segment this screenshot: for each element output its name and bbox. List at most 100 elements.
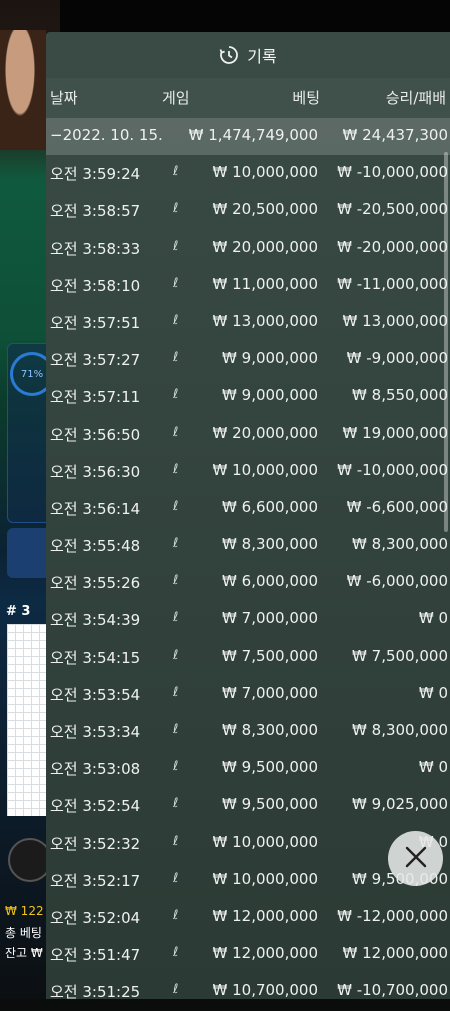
row-win-loss: ₩ -12,000,000 — [337, 906, 448, 925]
row-time: 오전 3:52:04 — [50, 908, 141, 927]
history-row[interactable]: 오전 3:52:04 ℓ ₩ 12,000,000 ₩ -12,000,000 — [46, 899, 450, 936]
row-win-loss: ₩ 8,550,000 — [352, 386, 448, 405]
row-time: 오전 3:52:32 — [50, 834, 141, 853]
row-win-loss: ₩ 8,300,000 — [352, 721, 448, 739]
row-time: 오전 3:56:14 — [50, 499, 141, 518]
column-date: 날짜 — [50, 89, 78, 107]
history-row[interactable]: 오전 3:55:26 ℓ ₩ 6,000,000 ₩ -6,000,000 — [46, 564, 450, 601]
status-bar-area — [0, 0, 450, 32]
row-game-icon: ℓ — [173, 722, 179, 737]
table-header: 날짜 게임 베팅 승리/패배 — [46, 78, 450, 118]
row-time: 오전 3:57:51 — [50, 313, 141, 332]
history-row[interactable]: 오전 3:52:54 ℓ ₩ 9,500,000 ₩ 9,025,000 — [46, 787, 450, 824]
row-game-icon: ℓ — [173, 870, 179, 886]
row-bet: ₩ 13,000,000 — [212, 311, 318, 330]
row-game-icon: ℓ — [173, 461, 179, 477]
row-bet: ₩ 7,000,000 — [222, 683, 318, 702]
row-game-icon: ℓ — [173, 536, 179, 552]
row-win-loss: ₩ -6,000,000 — [346, 572, 448, 591]
close-button[interactable] — [388, 831, 443, 886]
row-bet: ₩ 8,300,000 — [222, 721, 318, 739]
row-time: 오전 3:53:08 — [50, 760, 141, 779]
row-win-loss: ₩ 7,500,000 — [352, 646, 448, 665]
clock-history-icon — [219, 45, 239, 65]
date-summary-row[interactable]: −2022. 10. 15. ₩ 1,474,749,000 ₩ 24,437,… — [46, 118, 450, 156]
history-row[interactable]: 오전 3:59:24 ℓ ₩ 10,000,000 ₩ -10,000,000 — [46, 155, 450, 192]
row-game-icon: ℓ — [173, 647, 179, 663]
row-bet: ₩ 6,000,000 — [222, 572, 318, 591]
row-win-loss: ₩ -10,000,000 — [337, 163, 448, 182]
row-bet: ₩ 12,000,000 — [212, 906, 318, 925]
row-game-icon: ℓ — [173, 610, 179, 626]
row-bet: ₩ 9,500,000 — [222, 758, 318, 777]
row-game-icon: ℓ — [173, 424, 179, 440]
row-game-icon: ℓ — [173, 201, 179, 217]
history-row[interactable]: 오전 3:54:15 ℓ ₩ 7,500,000 ₩ 7,500,000 — [46, 639, 450, 676]
history-row[interactable]: 오전 3:58:10 ℓ ₩ 11,000,000 ₩ -11,000,000 — [46, 267, 450, 304]
row-bet: ₩ 10,000,000 — [212, 460, 318, 479]
row-game-icon: ℓ — [173, 833, 179, 849]
history-row[interactable]: 오전 3:55:48 ℓ ₩ 8,300,000 ₩ 8,300,000 — [46, 527, 450, 564]
history-row[interactable]: 오전 3:53:34 ℓ ₩ 8,300,000 ₩ 8,300,000 — [46, 713, 450, 750]
row-game-icon: ℓ — [173, 573, 179, 589]
history-title-bar: 기록 — [46, 32, 450, 78]
row-win-loss: ₩ 19,000,000 — [342, 423, 448, 442]
row-game-icon: ℓ — [173, 759, 179, 775]
row-game-icon: ℓ — [173, 796, 179, 812]
row-time: 오전 3:55:48 — [50, 537, 141, 556]
scrollbar[interactable] — [444, 152, 448, 532]
row-win-loss: ₩ -9,000,000 — [346, 349, 448, 368]
row-win-loss: ₩ -20,500,000 — [337, 200, 448, 219]
history-row[interactable]: 오전 3:58:33 ℓ ₩ 20,000,000 ₩ -20,000,000 — [46, 230, 450, 267]
history-row[interactable]: 오전 3:57:11 ℓ ₩ 9,000,000 ₩ 8,550,000 — [46, 378, 450, 415]
row-time: 오전 3:55:26 — [50, 574, 141, 593]
row-game-icon: ℓ — [173, 982, 179, 998]
row-game-icon: ℓ — [173, 907, 179, 923]
summary-bet: ₩ 1,474,749,000 — [188, 126, 318, 144]
history-row[interactable]: 오전 3:58:57 ℓ ₩ 20,500,000 ₩ -20,500,000 — [46, 192, 450, 229]
row-bet: ₩ 8,300,000 — [222, 535, 318, 554]
history-title: 기록 — [247, 47, 277, 66]
column-game: 게임 — [162, 89, 190, 107]
row-time: 오전 3:54:15 — [50, 648, 141, 667]
row-bet: ₩ 20,000,000 — [212, 237, 318, 256]
row-time: 오전 3:57:27 — [50, 351, 141, 370]
road-label: # 3 — [6, 604, 31, 619]
row-win-loss: ₩ 0 — [418, 609, 448, 628]
row-game-icon: ℓ — [173, 164, 179, 180]
row-bet: ₩ 12,000,000 — [212, 944, 318, 963]
row-game-icon: ℓ — [173, 387, 179, 403]
row-time: 오전 3:59:24 — [50, 165, 141, 184]
column-win-loss: 승리/패배 — [385, 89, 446, 107]
history-row[interactable]: 오전 3:51:25 ℓ ₩ 10,700,000 ₩ -10,700,000 — [46, 973, 450, 1010]
history-row[interactable]: 오전 3:57:27 ℓ ₩ 9,000,000 ₩ -9,000,000 — [46, 341, 450, 378]
dealer-video — [0, 30, 46, 150]
row-bet: ₩ 7,500,000 — [222, 646, 318, 665]
history-row[interactable]: 오전 3:51:47 ℓ ₩ 12,000,000 ₩ 12,000,000 — [46, 936, 450, 973]
history-row[interactable]: 오전 3:57:51 ℓ ₩ 13,000,000 ₩ 13,000,000 — [46, 304, 450, 341]
column-bet: 베팅 — [292, 89, 320, 107]
row-bet: ₩ 7,000,000 — [222, 609, 318, 628]
row-time: 오전 3:51:25 — [50, 983, 141, 1002]
history-row[interactable]: 오전 3:53:54 ℓ ₩ 7,000,000 ₩ 0 — [46, 676, 450, 713]
row-time: 오전 3:51:47 — [50, 946, 141, 965]
row-game-icon: ℓ — [173, 238, 179, 254]
summary-date: −2022. 10. 15. — [50, 126, 163, 144]
close-icon — [405, 846, 427, 872]
history-row[interactable]: 오전 3:56:50 ℓ ₩ 20,000,000 ₩ 19,000,000 — [46, 416, 450, 453]
row-win-loss: ₩ 0 — [418, 683, 448, 702]
history-row[interactable]: 오전 3:56:14 ℓ ₩ 6,600,000 ₩ -6,600,000 — [46, 490, 450, 527]
row-bet: ₩ 9,500,000 — [222, 795, 318, 814]
row-win-loss: ₩ -11,000,000 — [337, 274, 448, 293]
history-row[interactable]: 오전 3:53:08 ℓ ₩ 9,500,000 ₩ 0 — [46, 750, 450, 787]
history-row[interactable]: 오전 3:56:30 ℓ ₩ 10,000,000 ₩ -10,000,000 — [46, 453, 450, 490]
history-row[interactable]: 오전 3:54:39 ℓ ₩ 7,000,000 ₩ 0 — [46, 601, 450, 638]
row-bet: ₩ 9,000,000 — [222, 349, 318, 368]
history-list[interactable]: −2022. 10. 15. ₩ 1,474,749,000 ₩ 24,437,… — [46, 118, 450, 1011]
row-time: 오전 3:54:39 — [50, 611, 141, 630]
balance-label: 잔고 ₩ — [5, 946, 43, 960]
row-time: 오전 3:53:34 — [50, 723, 141, 741]
row-game-icon: ℓ — [173, 350, 179, 366]
summary-win-loss: ₩ 24,437,300 — [342, 126, 448, 144]
row-game-icon: ℓ — [173, 498, 179, 514]
